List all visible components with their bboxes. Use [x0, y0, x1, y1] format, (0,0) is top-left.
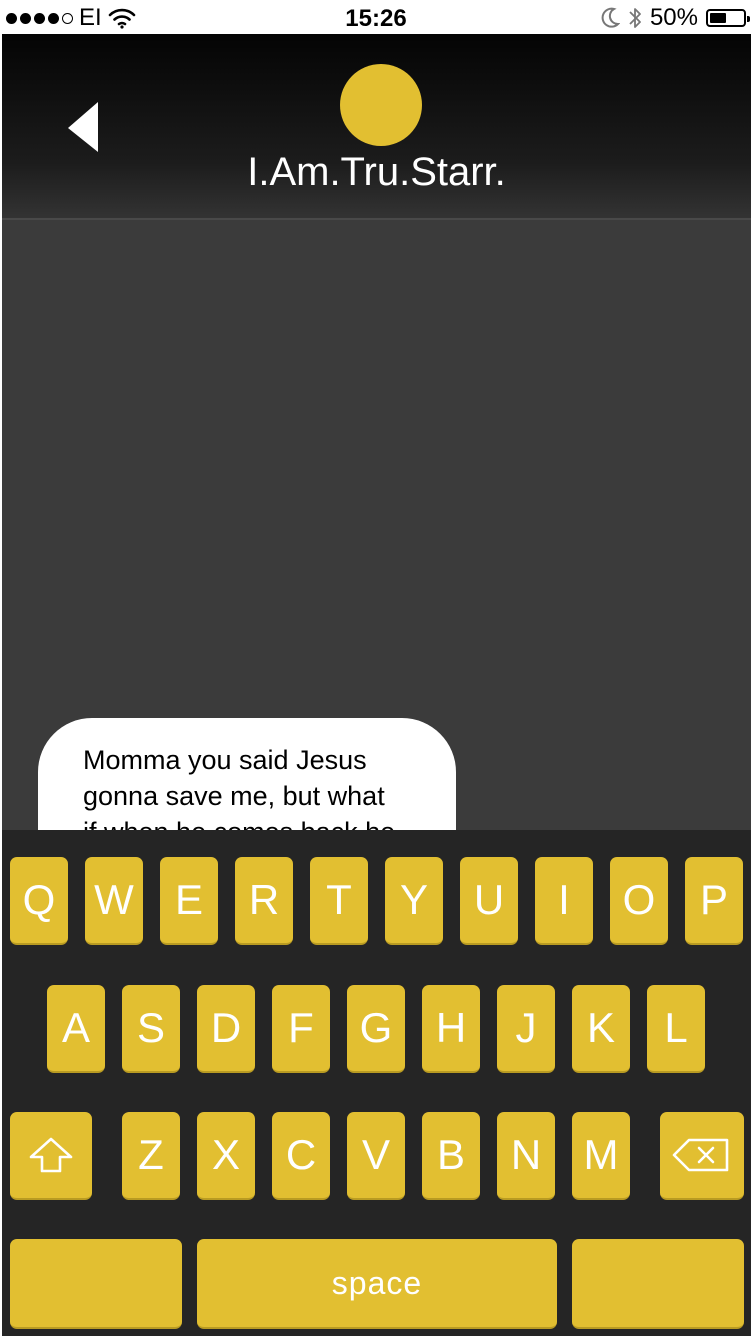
key-w[interactable]: W [85, 857, 143, 945]
key-label: T [326, 876, 352, 923]
contact-name: I.Am.Tru.Starr. [247, 150, 506, 194]
key-b[interactable]: B [422, 1112, 480, 1200]
key-c[interactable]: C [272, 1112, 330, 1200]
key-label: Q [22, 876, 56, 923]
key-d[interactable]: D [197, 985, 255, 1073]
key-e[interactable]: E [160, 857, 218, 945]
key-x[interactable]: X [197, 1112, 255, 1200]
keyboard: space QWERTYU I OP ASDFGH J K L ZXCVBNM [2, 830, 751, 1336]
key-label: E [174, 876, 203, 923]
key-u[interactable]: U [460, 857, 518, 945]
backspace-key[interactable] [660, 1112, 744, 1200]
key-y[interactable]: Y [385, 857, 443, 945]
battery-icon [706, 9, 750, 27]
key-i[interactable]: I [535, 857, 593, 945]
key-a[interactable]: A [47, 985, 105, 1073]
space-key-label: space [331, 1264, 423, 1301]
key-label: N [510, 1131, 542, 1178]
key-label: L [664, 1004, 688, 1051]
key-r[interactable]: R [235, 857, 293, 945]
key-p[interactable]: P [685, 857, 743, 945]
key-label: J [515, 1004, 537, 1051]
key-label: O [622, 876, 656, 923]
key-label: C [285, 1131, 317, 1178]
moon-icon [601, 7, 620, 28]
key-l[interactable]: L [647, 985, 705, 1073]
status-bar: EI 15:26 50% [0, 0, 752, 36]
key-label: F [288, 1004, 314, 1051]
key-k[interactable]: K [572, 985, 630, 1073]
key-n[interactable]: N [497, 1112, 555, 1200]
chat-area: Momma you said Jesus gonna save me, but w… [2, 220, 751, 948]
message-line: gonna save me, but what [83, 781, 385, 811]
battery-tip [747, 16, 750, 22]
key-label: X [211, 1131, 240, 1178]
key-t[interactable]: T [310, 857, 368, 945]
key-label: I [558, 876, 570, 923]
key-label: Y [399, 876, 428, 923]
battery-percent: 50% [649, 4, 698, 31]
key-label: R [248, 876, 280, 923]
key-g[interactable]: G [347, 985, 405, 1073]
key-h[interactable]: H [422, 985, 480, 1073]
key-o[interactable]: O [610, 857, 668, 945]
chat-header: I.Am.Tru.Starr. [2, 34, 751, 220]
key-label: G [359, 1004, 393, 1051]
shift-arrow-icon [29, 1137, 73, 1173]
key-j[interactable]: J [497, 985, 555, 1073]
space-key[interactable]: space [197, 1239, 557, 1329]
key-label: B [436, 1131, 465, 1178]
app-screen: I.Am.Tru.Starr. Momma you said Jesus gonn… [2, 34, 751, 1336]
key-label: K [586, 1004, 615, 1051]
key-label: U [473, 876, 505, 923]
shift-key[interactable] [10, 1112, 92, 1200]
backspace-icon [672, 1138, 729, 1172]
key-f[interactable]: F [272, 985, 330, 1073]
battery-fill [710, 13, 726, 23]
key-label: S [136, 1004, 165, 1051]
key-label: V [361, 1131, 390, 1178]
message-line: Momma you said Jesus [83, 745, 367, 775]
key-label: P [699, 876, 728, 923]
key-label: A [61, 1004, 90, 1051]
key-label: H [435, 1004, 467, 1051]
key-v[interactable]: V [347, 1112, 405, 1200]
key-s[interactable]: S [122, 985, 180, 1073]
key-q[interactable]: Q [10, 857, 68, 945]
key-label: W [94, 876, 134, 923]
right-blank-key[interactable] [572, 1239, 744, 1329]
bluetooth-icon [629, 8, 641, 28]
left-blank-key[interactable] [10, 1239, 182, 1329]
key-label: M [583, 1131, 619, 1178]
contact-avatar[interactable] [340, 64, 422, 146]
key-z[interactable]: Z [122, 1112, 180, 1200]
status-right: 50% [600, 0, 750, 36]
key-m[interactable]: M [572, 1112, 630, 1200]
key-label: D [210, 1004, 242, 1051]
key-label: Z [138, 1131, 164, 1178]
